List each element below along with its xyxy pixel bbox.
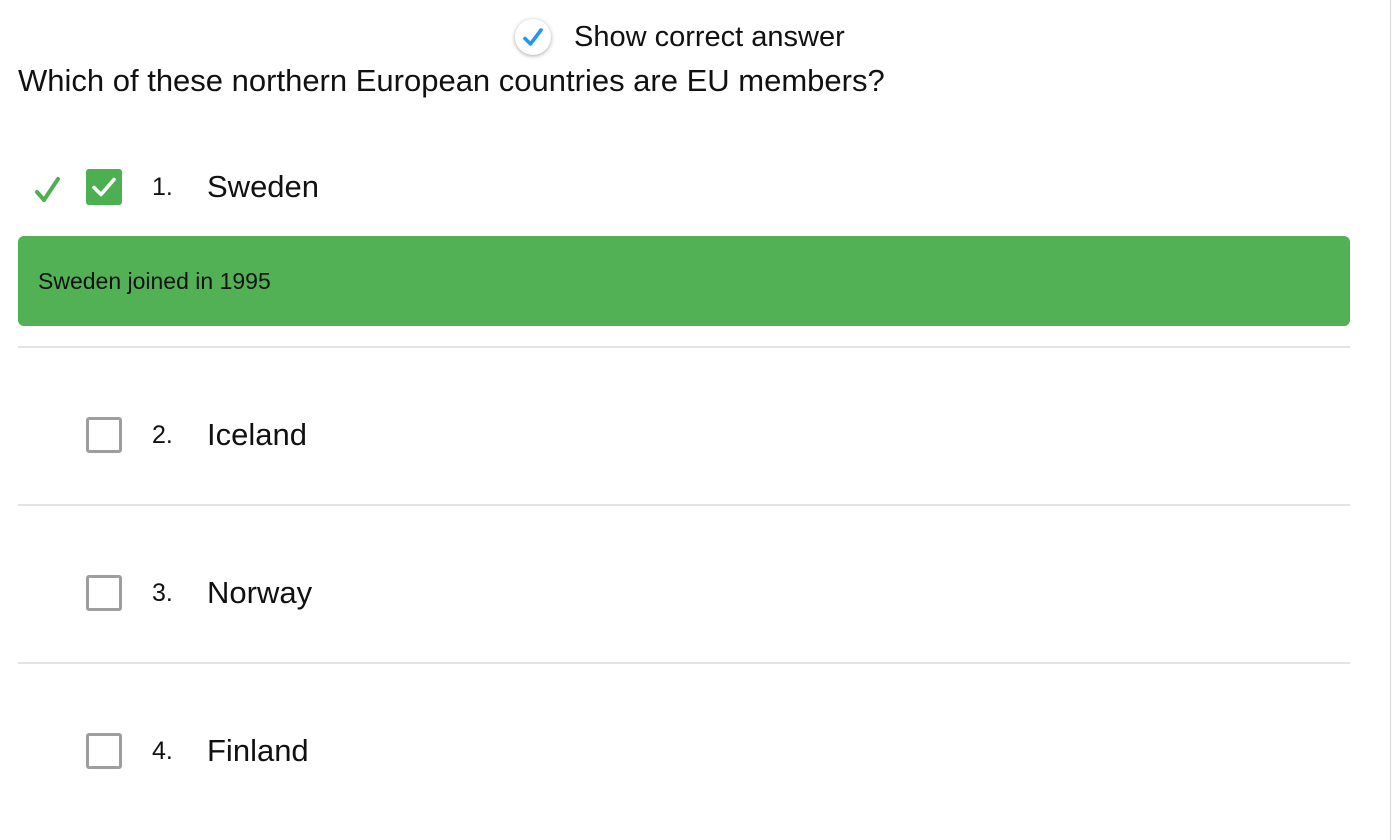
option-label: Finland xyxy=(207,733,309,768)
checkbox-check-icon xyxy=(92,177,116,197)
option-number: 3. xyxy=(152,579,173,607)
answer-option-iceland[interactable]: 2. Iceland xyxy=(18,411,1350,463)
answer-option-finland[interactable]: 4. Finland xyxy=(18,727,1350,779)
option-number: 2. xyxy=(152,421,173,449)
show-answer-check-circle[interactable] xyxy=(515,19,551,55)
correct-answer-check-icon xyxy=(35,177,60,202)
answer-feedback-banner: Sweden joined in 1995 xyxy=(18,236,1350,326)
option-label: Norway xyxy=(207,575,313,610)
answer-checkbox[interactable] xyxy=(86,733,122,769)
answer-checkbox[interactable] xyxy=(86,575,122,611)
option-label: Sweden xyxy=(207,169,320,204)
question-text: Which of these northern European countri… xyxy=(18,63,885,98)
show-correct-answer-label: Show correct answer xyxy=(574,21,845,53)
option-label: Iceland xyxy=(207,417,307,452)
check-icon xyxy=(523,28,543,46)
option-divider xyxy=(18,504,1350,506)
option-divider xyxy=(18,662,1350,664)
quiz-card: Show correct answer Which of these north… xyxy=(0,0,1391,840)
option-number: 4. xyxy=(152,737,173,765)
answer-checkbox[interactable] xyxy=(86,417,122,453)
feedback-text: Sweden joined in 1995 xyxy=(38,267,271,294)
show-correct-answer-toggle[interactable]: Show correct answer xyxy=(515,16,845,58)
answer-option-norway[interactable]: 3. Norway xyxy=(18,569,1350,621)
option-divider xyxy=(18,346,1350,348)
answer-checkbox[interactable] xyxy=(86,169,122,205)
answer-option-sweden[interactable]: 1. Sweden xyxy=(18,163,1350,215)
option-number: 1. xyxy=(152,173,173,201)
